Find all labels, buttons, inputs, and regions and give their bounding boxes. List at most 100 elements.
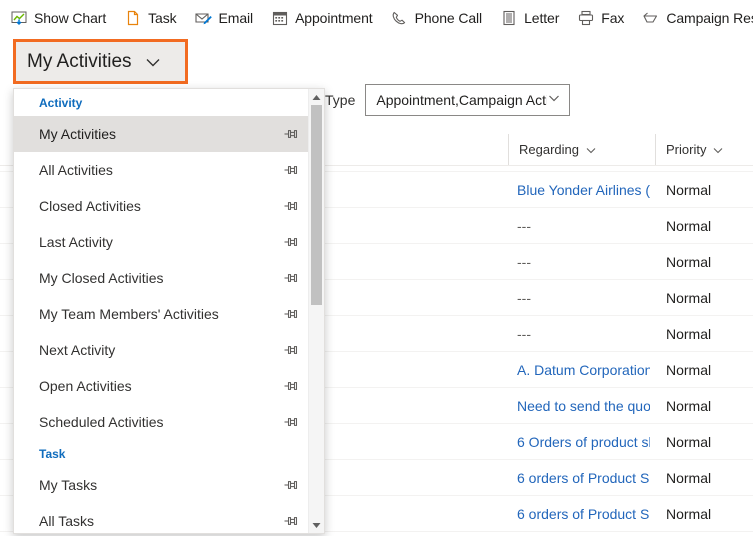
view-item-my-tasks[interactable]: My Tasks (14, 467, 310, 503)
task-icon (124, 10, 141, 27)
group-header-activity: Activity (39, 95, 83, 110)
view-item-scheduled-activities[interactable]: Scheduled Activities (14, 404, 310, 440)
cell-regarding: 6 orders of Product SKU . (517, 505, 650, 522)
pin-icon[interactable] (282, 413, 300, 431)
view-item-open-activities[interactable]: Open Activities (14, 368, 310, 404)
column-header-label: Priority (666, 142, 707, 157)
view-item-all-activities[interactable]: All Activities (14, 152, 310, 188)
campaign-response-icon (642, 10, 659, 27)
pin-icon[interactable] (282, 512, 300, 530)
command-label: Phone Call (414, 10, 483, 26)
cell-regarding: Blue Yonder Airlines (sam (517, 181, 650, 198)
command-fax[interactable]: Fax (568, 0, 633, 36)
view-item-label: My Team Members' Activities (39, 306, 219, 322)
view-selector-label: My Activities (27, 50, 132, 72)
cell-regarding: 6 Orders of product sku J (517, 433, 650, 450)
view-item-label: Scheduled Activities (39, 414, 164, 430)
email-icon (194, 10, 212, 27)
view-item-label: All Tasks (39, 513, 94, 529)
type-filter-select[interactable]: Appointment,Campaign Acti... (365, 84, 571, 116)
type-filter-value: Appointment,Campaign Acti... (376, 92, 548, 108)
cell-priority: Normal (666, 181, 712, 198)
command-label: Task (148, 10, 177, 26)
scroll-down-arrow-icon[interactable] (309, 517, 324, 533)
scroll-thumb[interactable] (311, 105, 322, 305)
view-item-all-tasks[interactable]: All Tasks (14, 503, 310, 533)
cell-regarding (517, 166, 650, 171)
command-label: Letter (524, 10, 560, 26)
view-item-my-activities[interactable]: My Activities (14, 116, 310, 152)
cell-priority: Normal (666, 289, 712, 306)
view-item-label: Last Activity (39, 234, 113, 250)
column-header-regarding[interactable]: Regarding (508, 134, 655, 165)
type-filter-label: Type (325, 92, 356, 108)
pin-icon[interactable] (282, 233, 300, 251)
cell-priority: Normal (666, 253, 712, 270)
view-item-my-team-members-activities[interactable]: My Team Members' Activities (14, 296, 310, 332)
cell-regarding: --- (517, 325, 531, 342)
chevron-down-icon (712, 144, 724, 156)
command-label: Appointment (295, 10, 373, 26)
command-show-chart[interactable]: Show Chart (0, 0, 115, 36)
cell-regarding: A. Datum Corporation (sa (517, 361, 650, 378)
pin-icon[interactable] (282, 341, 300, 359)
command-letter[interactable]: Letter (491, 0, 568, 36)
chevron-down-icon (547, 91, 561, 110)
command-bar: Show Chart Task Email Appointment Phone … (0, 0, 753, 36)
flyout-scrollbar[interactable] (308, 89, 324, 533)
phone-call-icon (391, 10, 408, 27)
letter-icon (500, 10, 517, 27)
view-item-label: Closed Activities (39, 198, 141, 214)
fax-icon (577, 10, 594, 27)
cell-priority: Normal (666, 217, 712, 234)
cell-priority: Normal (666, 361, 712, 378)
pin-icon[interactable] (282, 476, 300, 494)
view-item-closed-activities[interactable]: Closed Activities (14, 188, 310, 224)
view-selector-list: Activity My Activities All Activities Cl… (14, 89, 310, 533)
command-email[interactable]: Email (186, 0, 263, 36)
column-header-priority[interactable]: Priority (655, 134, 753, 165)
group-header-task: Task (39, 446, 66, 461)
view-item-label: Next Activity (39, 342, 116, 358)
view-item-label: My Activities (39, 126, 117, 142)
cell-regarding: 6 orders of Product SKU . (517, 469, 650, 486)
view-item-label: My Tasks (39, 477, 98, 493)
cell-regarding: --- (517, 217, 531, 234)
cell-priority: Normal (666, 505, 712, 522)
command-task[interactable]: Task (115, 0, 185, 36)
command-label: Campaign Response (666, 10, 753, 26)
command-campaign-response[interactable]: Campaign Response (633, 0, 753, 36)
chevron-down-icon (585, 144, 597, 156)
cell-priority: Normal (666, 433, 712, 450)
appointment-icon (271, 10, 288, 27)
view-item-label: My Closed Activities (39, 270, 164, 286)
command-label: Show Chart (34, 10, 107, 26)
cell-priority: Normal (666, 469, 712, 486)
show-chart-icon (10, 10, 27, 27)
view-selector-flyout: Activity My Activities All Activities Cl… (13, 88, 325, 534)
pin-icon[interactable] (282, 197, 300, 215)
cell-regarding: --- (517, 289, 531, 306)
command-phone-call[interactable]: Phone Call (382, 0, 492, 36)
type-filter: Type Appointment,Campaign Acti... (325, 84, 571, 116)
cell-priority: Normal (666, 325, 712, 342)
pin-icon[interactable] (282, 125, 300, 143)
cell-priority: Normal (666, 397, 712, 414)
pin-icon[interactable] (282, 305, 300, 323)
view-selector-button[interactable]: My Activities (13, 39, 188, 84)
command-label: Fax (601, 10, 625, 26)
view-item-label: All Activities (39, 162, 113, 178)
pin-icon[interactable] (282, 269, 300, 287)
command-appointment[interactable]: Appointment (262, 0, 382, 36)
cell-regarding: Need to send the quotati (517, 397, 650, 414)
pin-icon[interactable] (282, 377, 300, 395)
column-header-label: Regarding (519, 142, 579, 157)
pin-icon[interactable] (282, 161, 300, 179)
view-item-last-activity[interactable]: Last Activity (14, 224, 310, 260)
view-item-label: Open Activities (39, 378, 132, 394)
view-item-next-activity[interactable]: Next Activity (14, 332, 310, 368)
cell-priority (666, 166, 746, 171)
view-item-my-closed-activities[interactable]: My Closed Activities (14, 260, 310, 296)
chevron-down-icon (144, 53, 162, 71)
scroll-up-arrow-icon[interactable] (309, 89, 324, 105)
